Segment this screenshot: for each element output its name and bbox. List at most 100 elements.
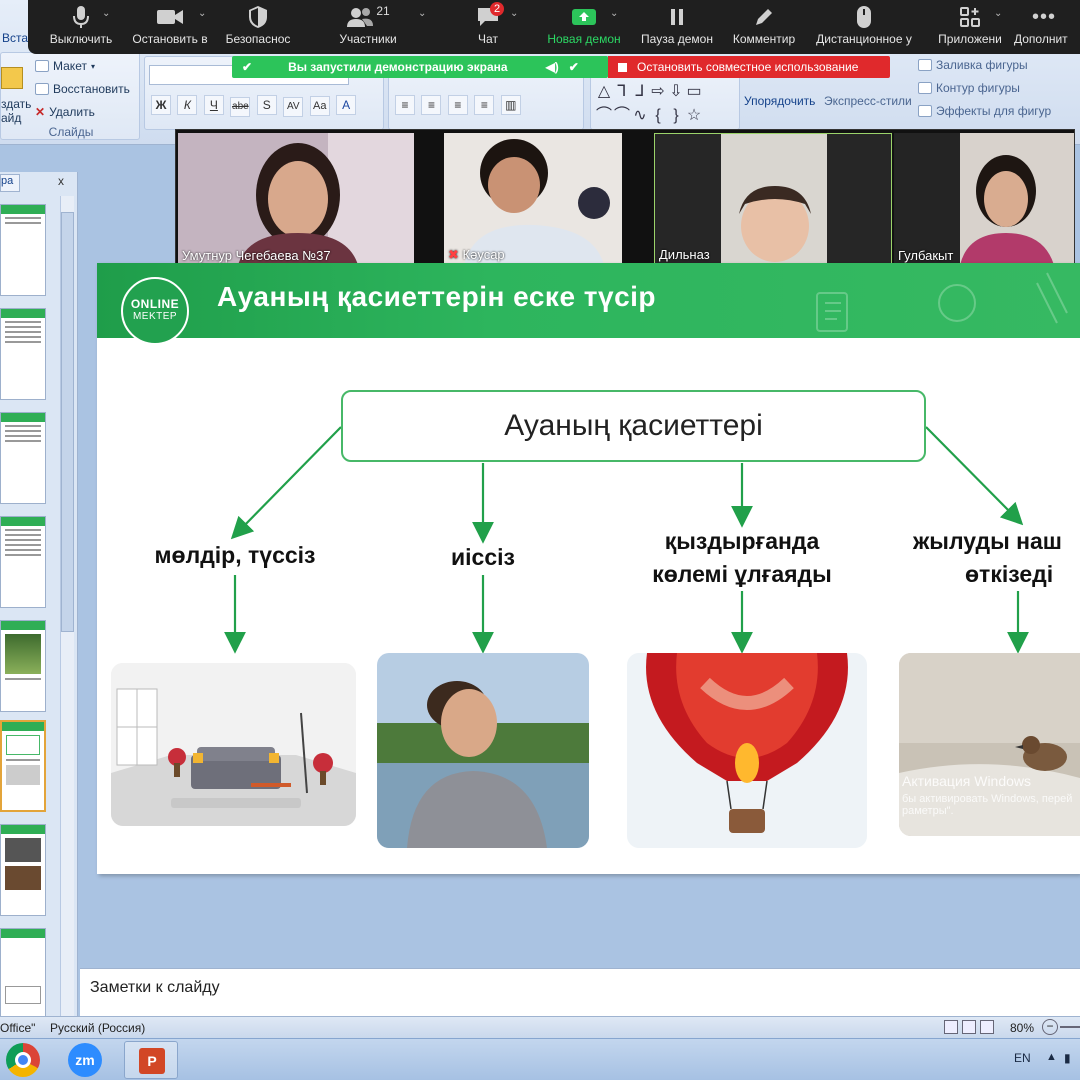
- align-center-icon[interactable]: ≡: [421, 95, 442, 115]
- breathing-man-image: [377, 653, 589, 848]
- slide-thumbnail[interactable]: [0, 824, 46, 916]
- wave-shape-icon[interactable]: ∿: [631, 105, 649, 125]
- powerpoint-task-button[interactable]: P: [124, 1041, 178, 1079]
- italic-button[interactable]: К: [177, 95, 198, 115]
- security-button[interactable]: Безопаснос: [216, 4, 300, 52]
- shape-fill-label: Заливка фигуры: [936, 58, 1028, 72]
- slide-thumbnail[interactable]: [0, 928, 46, 1020]
- reset-button[interactable]: Восстановить: [35, 82, 130, 96]
- chevron-down-icon[interactable]: ⌄: [418, 8, 426, 19]
- brace-open-shape-icon[interactable]: {: [649, 107, 667, 125]
- pin-icon: ✔: [242, 60, 253, 74]
- curve-shape-icon[interactable]: ⌒: [595, 101, 613, 125]
- spacing-button[interactable]: AV: [283, 96, 304, 117]
- quick-styles-button[interactable]: Экспресс-стили: [824, 94, 912, 108]
- elbow-connector-2-icon[interactable]: ⅃: [631, 81, 649, 101]
- network-icon[interactable]: ▮: [1064, 1051, 1071, 1065]
- bold-button[interactable]: Ж: [151, 95, 171, 115]
- scrollbar-thumb[interactable]: [61, 212, 74, 632]
- zoom-level[interactable]: 80%: [1010, 1021, 1034, 1035]
- slides-group-label: Слайды: [48, 125, 94, 139]
- chevron-down-icon[interactable]: ⌄: [102, 8, 110, 19]
- tab-insert[interactable]: Вста: [2, 31, 28, 45]
- slide-thumbnail[interactable]: [0, 412, 46, 504]
- curve-2-shape-icon[interactable]: ⌒: [613, 101, 631, 125]
- stop-share-button[interactable]: Остановить совместное использование: [608, 56, 890, 78]
- chrome-icon[interactable]: [6, 1043, 40, 1077]
- chevron-down-icon[interactable]: ⌄: [510, 8, 518, 19]
- arrow-right-shape-icon[interactable]: ⇨: [649, 81, 667, 101]
- align-left-icon[interactable]: ≡: [395, 95, 415, 115]
- room-image: [111, 663, 356, 826]
- star-shape-icon[interactable]: ☆: [685, 105, 703, 125]
- columns-icon[interactable]: ▥: [500, 95, 521, 115]
- brace-close-shape-icon[interactable]: }: [667, 107, 685, 125]
- scrollbar[interactable]: [60, 196, 74, 1016]
- property-conducts-heat: жылуды наш өткізеді: [913, 525, 1080, 591]
- zoom-out-icon[interactable]: −: [1042, 1019, 1058, 1035]
- participants-button[interactable]: 21 Участники: [318, 4, 418, 52]
- hot-air-balloon-image: [627, 653, 867, 848]
- slide-thumbnail[interactable]: [0, 620, 46, 712]
- shape-outline-button[interactable]: Контур фигуры: [918, 81, 1020, 95]
- remote-control-button[interactable]: Дистанционное у: [808, 4, 920, 52]
- zoom-app-icon[interactable]: zm: [68, 1043, 102, 1077]
- zoom-toolbar: Выключить ⌄ Остановить в ⌄ Безопаснос 21…: [28, 0, 1080, 54]
- video-tile[interactable]: ✖ Кәусар: [444, 133, 622, 265]
- slide-thumbnail-current[interactable]: [0, 720, 46, 812]
- chevron-down-icon[interactable]: ⌄: [198, 8, 206, 19]
- new-slide-label-top[interactable]: здать: [1, 97, 31, 111]
- tray-expand-icon[interactable]: ▲: [1046, 1051, 1057, 1063]
- property-line: қыздырғанда: [664, 528, 820, 554]
- delete-label: Удалить: [49, 105, 95, 119]
- slide-thumbnail[interactable]: [0, 308, 46, 400]
- arrange-button[interactable]: Упорядочить: [744, 94, 815, 108]
- normal-view-icon[interactable]: [944, 1020, 958, 1034]
- chat-button[interactable]: 2 Чат: [458, 2, 518, 52]
- strikethrough-button[interactable]: abe: [230, 96, 251, 117]
- delete-button[interactable]: ✕ Удалить: [35, 105, 95, 119]
- triangle-shape-icon[interactable]: △: [595, 81, 613, 101]
- more-button[interactable]: ••• Дополнит: [1014, 4, 1080, 52]
- video-tile[interactable]: Гулбакыт: [894, 133, 1074, 265]
- mute-button[interactable]: Выключить: [38, 4, 124, 52]
- slide-thumbnail[interactable]: [0, 516, 46, 608]
- align-right-icon[interactable]: ≡: [447, 95, 468, 115]
- participants-icon: 21: [346, 4, 390, 30]
- notes-pane[interactable]: Заметки к слайду: [80, 968, 1080, 1016]
- share-banner[interactable]: ✔ Вы запустили демонстрацию экрана ◀) ✔: [232, 56, 608, 78]
- new-slide-label-bottom[interactable]: айд: [1, 111, 21, 125]
- shape-fill-button[interactable]: Заливка фигуры: [918, 58, 1028, 72]
- outline-tab[interactable]: ра: [0, 174, 20, 192]
- pause-share-button[interactable]: Пауза демон: [634, 4, 720, 52]
- chevron-down-icon[interactable]: ⌄: [994, 8, 1002, 19]
- elbow-connector-icon[interactable]: ⅂: [613, 81, 631, 101]
- shapes-row-1: △ ⅂ ⅃ ⇨ ⇩ ▭: [595, 81, 703, 101]
- slide-canvas[interactable]: ONLINE MEKTEP Ауаның қасиеттерін еске тү…: [97, 263, 1080, 874]
- windows-activation-subtext: бы активировать Windows, перей раметры".: [902, 793, 1072, 817]
- slide-thumbnail[interactable]: [0, 204, 46, 296]
- sorter-view-icon[interactable]: [962, 1020, 976, 1034]
- font-color-button[interactable]: A: [336, 95, 357, 115]
- case-button[interactable]: Aa: [309, 96, 330, 116]
- activation-line: раметры".: [902, 805, 954, 817]
- arrow-down-shape-icon[interactable]: ⇩: [667, 81, 685, 101]
- slideshow-view-icon[interactable]: [980, 1020, 994, 1034]
- video-tile[interactable]: Умутнур Чегебаева №37: [178, 133, 414, 265]
- close-icon[interactable]: x: [58, 174, 64, 188]
- language-status[interactable]: Русский (Россия): [50, 1021, 145, 1035]
- zoom-slider[interactable]: [1060, 1026, 1080, 1028]
- participant-video-icon: [178, 133, 414, 265]
- underline-button[interactable]: Ч: [203, 95, 224, 115]
- chevron-down-icon[interactable]: ⌄: [610, 8, 618, 19]
- new-share-label: Новая демон: [547, 32, 621, 46]
- mute-label: Выключить: [49, 32, 113, 46]
- input-language[interactable]: EN: [1014, 1051, 1031, 1065]
- shadow-button[interactable]: S: [256, 95, 277, 115]
- justify-icon[interactable]: ≡: [474, 95, 495, 115]
- layout-button[interactable]: Макет ▾: [35, 59, 95, 73]
- video-tile[interactable]: Дильназ: [654, 133, 892, 265]
- annotate-button[interactable]: Комментир: [722, 4, 806, 52]
- flowchart-shape-icon[interactable]: ▭: [685, 81, 703, 101]
- shape-effects-button[interactable]: Эффекты для фигур: [918, 104, 1051, 118]
